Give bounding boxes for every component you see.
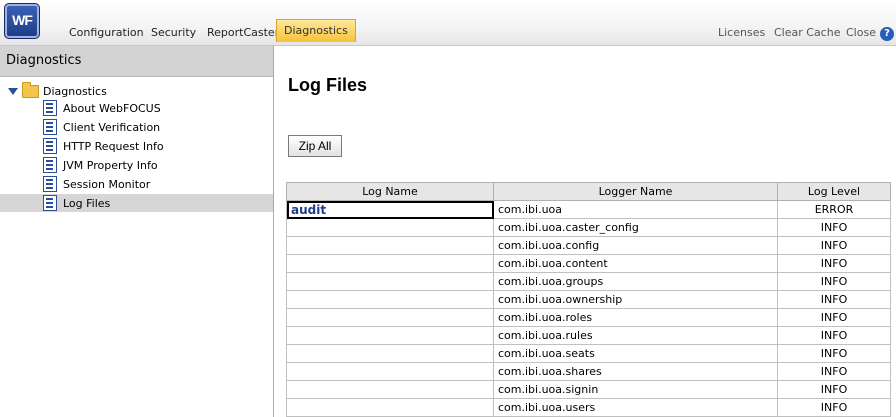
log-level-cell: INFO xyxy=(777,254,891,273)
logger-name-cell: com.ibi.uoa.content xyxy=(493,254,778,273)
log-name-link[interactable]: audit xyxy=(291,203,326,217)
logger-name-cell: com.ibi.uoa.seats xyxy=(493,344,778,363)
log-level-cell: INFO xyxy=(777,290,891,309)
log-name-cell xyxy=(286,218,494,237)
webfocus-logo: WF xyxy=(4,3,40,39)
log-level-cell: INFO xyxy=(777,362,891,381)
folder-icon xyxy=(22,81,39,98)
column-header-logger-name[interactable]: Logger Name xyxy=(493,182,778,201)
log-level-cell: INFO xyxy=(777,380,891,399)
tree-root-label: Diagnostics xyxy=(43,84,107,98)
log-name-cell xyxy=(286,254,494,273)
table-row[interactable]: com.ibi.uoa.roles INFO xyxy=(286,308,891,327)
logger-name-cell: com.ibi.uoa.signin xyxy=(493,380,778,399)
licenses-link[interactable]: Licenses xyxy=(718,26,765,39)
sidebar-item-label: Log Files xyxy=(63,196,111,210)
log-name-cell[interactable]: audit xyxy=(286,200,494,219)
log-level-cell: INFO xyxy=(777,398,891,417)
log-name-cell xyxy=(286,308,494,327)
help-icon[interactable]: ? xyxy=(880,27,894,41)
logger-name-cell: com.ibi.uoa xyxy=(493,200,778,219)
tab-reportcaster[interactable]: ReportCaster xyxy=(200,20,286,45)
table-row[interactable]: com.ibi.uoa.groups INFO xyxy=(286,272,891,291)
log-name-cell xyxy=(286,398,494,417)
logger-name-cell: com.ibi.uoa.caster_config xyxy=(493,218,778,237)
table-row[interactable]: com.ibi.uoa.ownership INFO xyxy=(286,290,891,309)
log-level-cell: INFO xyxy=(777,218,891,237)
sidebar-item-label: Client Verification xyxy=(63,120,161,134)
logger-name-cell: com.ibi.uoa.users xyxy=(493,398,778,417)
sidebar: Diagnostics Diagnostics About WebFOCUS C… xyxy=(0,46,274,417)
tab-security[interactable]: Security xyxy=(144,20,203,45)
logger-name-cell: com.ibi.uoa.roles xyxy=(493,308,778,327)
table-row[interactable]: com.ibi.uoa.seats INFO xyxy=(286,344,891,363)
log-name-cell xyxy=(286,344,494,363)
page-icon xyxy=(43,100,57,116)
close-link[interactable]: Close xyxy=(846,26,876,39)
page-icon xyxy=(43,157,57,173)
clear-cache-link[interactable]: Clear Cache xyxy=(774,26,840,39)
sidebar-header: Diagnostics xyxy=(0,46,273,77)
column-header-log-level[interactable]: Log Level xyxy=(777,182,891,201)
column-header-log-name[interactable]: Log Name xyxy=(286,182,494,201)
tab-configuration[interactable]: Configuration xyxy=(62,20,151,45)
tree-root-diagnostics[interactable]: Diagnostics xyxy=(8,81,107,99)
sidebar-item-label: JVM Property Info xyxy=(63,158,158,172)
sidebar-item-client-verification[interactable]: Client Verification xyxy=(0,118,273,136)
table-row[interactable]: com.ibi.uoa.shares INFO xyxy=(286,362,891,381)
log-level-cell: INFO xyxy=(777,326,891,345)
sidebar-item-http-request-info[interactable]: HTTP Request Info xyxy=(0,137,273,155)
log-name-cell xyxy=(286,326,494,345)
page-title: Log Files xyxy=(288,75,368,95)
top-bar: WF Configuration Security ReportCaster D… xyxy=(0,0,896,46)
table-row[interactable]: audit com.ibi.uoa ERROR xyxy=(286,200,891,219)
logger-name-cell: com.ibi.uoa.shares xyxy=(493,362,778,381)
page-icon xyxy=(43,119,57,135)
log-level-cell: INFO xyxy=(777,308,891,327)
main-content: Log Files Zip All Log Name Logger Name L… xyxy=(278,46,896,417)
log-name-cell xyxy=(286,236,494,255)
sidebar-item-label: Session Monitor xyxy=(63,177,151,191)
log-level-cell: INFO xyxy=(777,272,891,291)
zip-all-button[interactable]: Zip All xyxy=(288,135,342,157)
table-row[interactable]: com.ibi.uoa.caster_config INFO xyxy=(286,218,891,237)
log-name-cell xyxy=(286,290,494,309)
sidebar-item-label: HTTP Request Info xyxy=(63,139,164,153)
log-name-cell xyxy=(286,380,494,399)
log-level-cell: ERROR xyxy=(777,200,891,219)
page-icon xyxy=(43,195,57,211)
logger-name-cell: com.ibi.uoa.groups xyxy=(493,272,778,291)
log-files-table: Log Name Logger Name Log Level audit com… xyxy=(286,182,891,417)
logger-name-cell: com.ibi.uoa.config xyxy=(493,236,778,255)
sidebar-item-label: About WebFOCUS xyxy=(63,101,161,115)
sidebar-item-session-monitor[interactable]: Session Monitor xyxy=(0,175,273,193)
logo-text: WF xyxy=(12,12,33,28)
logger-name-cell: com.ibi.uoa.ownership xyxy=(493,290,778,309)
table-row[interactable]: com.ibi.uoa.rules INFO xyxy=(286,326,891,345)
log-level-cell: INFO xyxy=(777,236,891,255)
table-row[interactable]: com.ibi.uoa.signin INFO xyxy=(286,380,891,399)
log-name-cell xyxy=(286,362,494,381)
sidebar-item-log-files[interactable]: Log Files xyxy=(0,194,273,212)
table-row[interactable]: com.ibi.uoa.config INFO xyxy=(286,236,891,255)
tab-diagnostics[interactable]: Diagnostics xyxy=(276,19,356,42)
page-icon xyxy=(43,138,57,154)
sidebar-item-jvm-property-info[interactable]: JVM Property Info xyxy=(0,156,273,174)
logger-name-cell: com.ibi.uoa.rules xyxy=(493,326,778,345)
sidebar-item-about-webfocus[interactable]: About WebFOCUS xyxy=(0,99,273,117)
table-row[interactable]: com.ibi.uoa.users INFO xyxy=(286,398,891,417)
expand-triangle-icon[interactable] xyxy=(8,87,18,95)
log-level-cell: INFO xyxy=(777,344,891,363)
log-name-cell xyxy=(286,272,494,291)
page-icon xyxy=(43,176,57,192)
table-row[interactable]: com.ibi.uoa.content INFO xyxy=(286,254,891,273)
